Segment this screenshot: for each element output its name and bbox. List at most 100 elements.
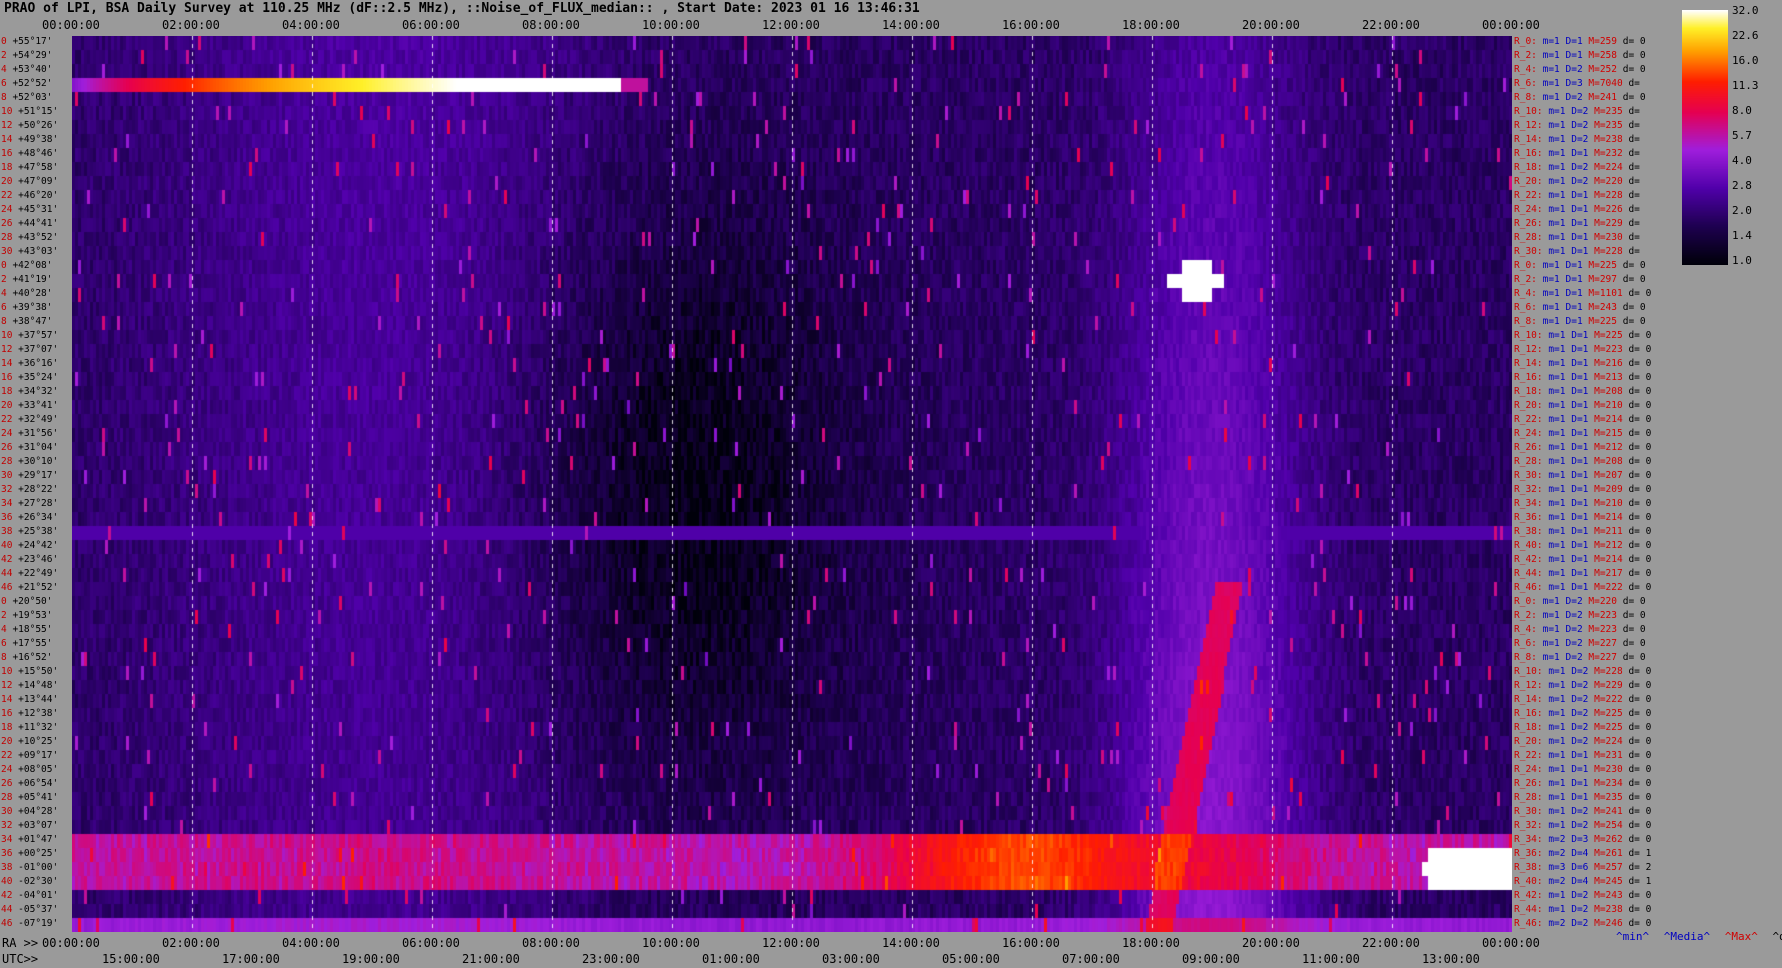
row-stat-field: R_26:: [1514, 442, 1549, 453]
row-stat-field: m=1: [1548, 162, 1572, 173]
row-stat-field: m=1: [1548, 372, 1572, 383]
row-stat: R_16: m=1 D=1 M=232 d=: [1514, 148, 1640, 159]
dec-label: 2 +54°29': [1, 50, 53, 61]
row-stat-field: D=1: [1571, 568, 1595, 579]
row-stat-field: D=1: [1571, 554, 1595, 565]
row-stat-field: d= 0: [1628, 512, 1652, 523]
dec-label: 22 +46°20': [1, 191, 58, 201]
row-stat: R_36: m=1 D=1 M=214 d= 0: [1514, 512, 1652, 523]
row-stat-field: R_14:: [1514, 358, 1549, 369]
dec-index: 16: [1, 708, 19, 719]
row-stat-field: M=225: [1588, 316, 1623, 327]
row-stat-field: m=1: [1542, 64, 1566, 75]
row-stat-field: M=212: [1594, 442, 1629, 453]
row-stat: R_18: m=1 D=1 M=208 d= 0: [1514, 386, 1651, 397]
row-stat-field: D=2: [1571, 680, 1595, 691]
dec-value: +27°28': [18, 498, 59, 509]
row-stat-field: m=2: [1548, 876, 1572, 887]
row-stat-field: R_44:: [1514, 904, 1549, 915]
stats-legend: ^min^ ^Media^ ^Max^ ^devia^: [1616, 930, 1782, 943]
row-stat-field: m=1: [1548, 428, 1572, 439]
row-stat-field: D=2: [1571, 890, 1595, 901]
row-stat-field: m=1: [1542, 92, 1566, 103]
colorbar-labels: 32.0 22.6 16.0 11.3 8.0 5.7 4.0 2.8 2.0 1.4 1.0: [1730, 4, 1782, 267]
dec-label: 40 +24°42': [1, 541, 58, 551]
row-stat-field: d= 0: [1628, 722, 1652, 733]
row-stat-field: m=1: [1548, 386, 1572, 397]
ra-axis-label: RA >>: [2, 936, 39, 950]
legend-median: ^Media^: [1663, 930, 1711, 943]
row-stat-field: M=238: [1594, 134, 1629, 145]
row-stat: R_4: m=1 D=1 M=1101 d= 0: [1514, 289, 1651, 299]
row-stat-field: R_30:: [1514, 470, 1549, 481]
row-stat-field: m=1: [1548, 694, 1572, 705]
row-stat-field: R_46:: [1514, 918, 1549, 929]
row-stat: R_46: m=1 D=1 M=222 d= 0: [1514, 582, 1651, 593]
row-stat-field: d=: [1628, 218, 1640, 229]
dec-label: 26 +31°04': [1, 443, 58, 453]
row-stat-field: R_6:: [1514, 638, 1543, 649]
row-stat-field: m=1: [1548, 134, 1572, 145]
row-stat-field: m=1: [1542, 50, 1566, 61]
top-time-tick: 02:00:00: [162, 18, 220, 32]
row-stat-field: d= 0: [1628, 750, 1652, 761]
row-stat-field: R_24:: [1514, 428, 1549, 439]
row-stat: R_40: m=1 D=1 M=212 d= 0: [1514, 541, 1651, 551]
row-stat: R_46: m=2 D=2 M=246 d= 0: [1514, 918, 1651, 929]
row-stat: R_26: m=1 D=1 M=229 d=: [1514, 218, 1640, 229]
dec-value: +28°22': [18, 484, 59, 495]
dec-value: +25°38': [18, 526, 59, 537]
row-stat-field: m=2: [1548, 848, 1572, 859]
row-stat-field: D=1: [1571, 330, 1595, 341]
row-stat-field: R_2:: [1514, 274, 1543, 285]
dec-index: 4: [1, 64, 13, 75]
colorbar-tick: 32.0: [1732, 4, 1759, 17]
row-stat-field: D=3: [1565, 78, 1589, 89]
row-stat-field: M=241: [1588, 92, 1623, 103]
row-stat-field: m=1: [1542, 274, 1566, 285]
utc-tick: 11:00:00: [1302, 952, 1360, 966]
row-stat-field: m=3: [1548, 862, 1572, 873]
dec-label: 4 +40°28': [1, 288, 53, 299]
row-stat-field: D=4: [1571, 876, 1595, 887]
row-stat-field: R_8:: [1514, 92, 1543, 103]
dec-label: 8 +38°47': [1, 317, 53, 327]
row-stat-field: m=1: [1548, 750, 1572, 761]
row-stat-field: M=210: [1594, 498, 1629, 509]
row-stat-field: m=1: [1548, 792, 1572, 803]
dec-value: +40°28': [12, 288, 53, 299]
row-stat-field: D=1: [1571, 414, 1595, 425]
legend-min: ^min^: [1616, 930, 1650, 943]
dec-value: +54°29': [12, 50, 53, 61]
row-stat-field: m=1: [1548, 148, 1572, 159]
dec-label: 0 +42°08': [1, 261, 53, 271]
row-stat-field: R_30:: [1514, 246, 1549, 257]
row-stat-field: d= 0: [1628, 442, 1652, 453]
row-stat-field: m=1: [1548, 512, 1572, 523]
row-stat-field: M=7040: [1588, 78, 1629, 89]
dec-index: 38: [1, 526, 19, 537]
row-stat-field: R_14:: [1514, 694, 1549, 705]
row-stat-field: R_2:: [1514, 50, 1543, 61]
dec-value: +26°34': [18, 512, 59, 523]
row-stat-field: D=6: [1571, 862, 1595, 873]
row-stat-field: m=2: [1548, 918, 1572, 929]
row-stat-field: m=1: [1548, 190, 1572, 201]
dec-label: 28 +43°52': [1, 233, 58, 243]
row-stat-field: R_0:: [1514, 36, 1543, 47]
dec-index: 2: [1, 50, 13, 61]
dec-value: +01°47': [18, 834, 59, 845]
dec-value: +37°57': [18, 330, 59, 341]
top-time-tick: 00:00:00: [42, 18, 100, 32]
dec-index: 46: [1, 582, 19, 593]
utc-tick: 01:00:00: [702, 952, 760, 966]
dec-label: 40 -02°30': [1, 877, 58, 887]
dec-value: +31°56': [18, 428, 59, 439]
row-stat-field: D=1: [1571, 582, 1595, 593]
row-stat-field: D=2: [1571, 806, 1595, 817]
row-stat-field: M=220: [1588, 596, 1623, 607]
row-stat-field: m=1: [1548, 106, 1572, 117]
row-stat-field: M=224: [1594, 736, 1629, 747]
dec-label: 10 +37°57': [1, 330, 59, 341]
dec-label: 2 +19°53': [1, 611, 53, 621]
